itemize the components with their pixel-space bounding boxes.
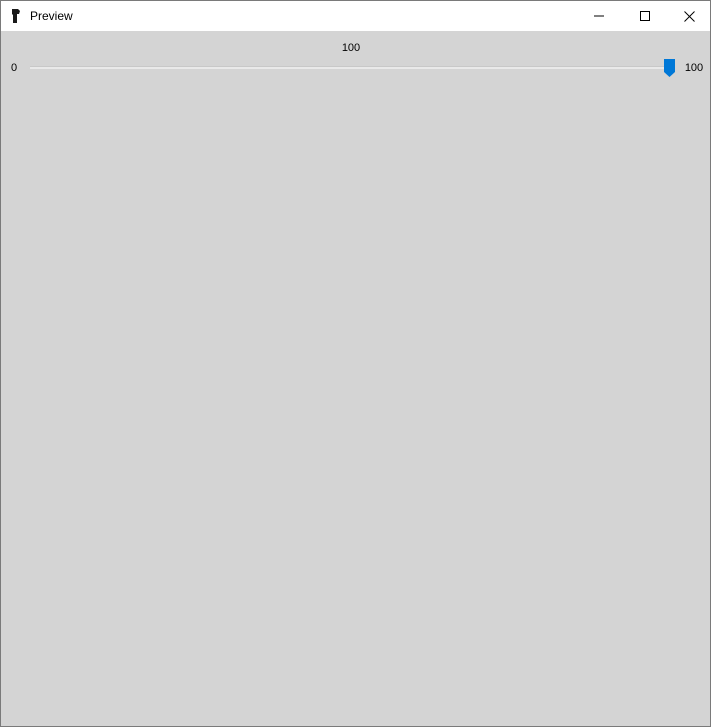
- window-title: Preview: [30, 9, 73, 23]
- maximize-icon: [640, 11, 650, 21]
- maximize-button[interactable]: [622, 1, 668, 31]
- slider-max-label: 100: [684, 62, 704, 74]
- slider-thumb[interactable]: [664, 59, 675, 77]
- title-bar[interactable]: Preview: [1, 1, 710, 31]
- minimize-icon: [594, 15, 604, 17]
- minimize-button[interactable]: [576, 1, 622, 31]
- slider-min-label: 0: [10, 62, 18, 74]
- close-button[interactable]: [666, 1, 710, 31]
- slider-value-label: 100: [341, 42, 361, 54]
- preview-viewport[interactable]: [1, 91, 710, 725]
- viewport-content-area: [1, 91, 710, 725]
- preview-window: Preview 100 0 100: [0, 0, 711, 727]
- slider-panel: 100 0 100: [1, 31, 710, 91]
- app-icon: [10, 8, 22, 24]
- close-icon: [683, 10, 695, 22]
- slider-track[interactable]: [30, 66, 674, 69]
